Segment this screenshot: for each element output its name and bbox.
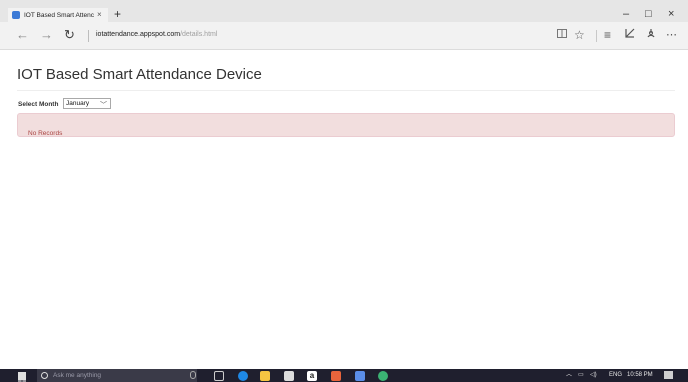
taskbar-search-placeholder: Ask me anything xyxy=(53,372,102,379)
month-selected-value: January xyxy=(66,100,90,107)
share-icon[interactable] xyxy=(646,28,656,42)
month-label: Select Month xyxy=(18,101,59,108)
address-path: /details.html xyxy=(180,31,218,38)
more-icon[interactable]: ⋯ xyxy=(666,28,677,42)
favicon-icon xyxy=(12,11,20,19)
address-domain: iotattendance.appspot.com xyxy=(96,31,181,38)
month-select[interactable]: January ﹀ xyxy=(63,98,111,109)
taskbar: Ask me anything a ︿ ▭ ◁) ENG 10:58 PM xyxy=(0,369,688,382)
browser-tab[interactable]: IOT Based Smart Attenc × xyxy=(8,8,108,22)
close-window-button[interactable]: × xyxy=(668,8,674,20)
forward-button[interactable]: → xyxy=(40,28,53,42)
store-icon[interactable] xyxy=(284,371,294,381)
tray-chevron-icon[interactable]: ︿ xyxy=(566,371,572,379)
chevron-down-icon: ﹀ xyxy=(100,102,107,109)
tab-title: IOT Based Smart Attenc xyxy=(24,11,94,19)
maximize-button[interactable]: □ xyxy=(645,8,652,20)
web-note-icon[interactable] xyxy=(625,28,635,42)
hub-icon[interactable]: ≡ xyxy=(604,28,611,42)
new-tab-button[interactable]: + xyxy=(114,8,121,20)
microphone-icon[interactable] xyxy=(190,371,196,379)
address-separator xyxy=(88,30,89,42)
refresh-button[interactable]: ↻ xyxy=(64,28,75,42)
file-explorer-icon[interactable] xyxy=(260,371,270,381)
minimize-button[interactable]: – xyxy=(623,8,629,20)
edge-browser-icon[interactable] xyxy=(238,371,248,381)
address-bar[interactable]: iotattendance.appspot.com/details.html xyxy=(96,31,217,38)
back-button[interactable]: ← xyxy=(16,28,29,42)
photos-app-icon[interactable] xyxy=(355,371,365,381)
toolbar-separator xyxy=(596,30,597,42)
screen: IOT Based Smart Attenc × + – □ × ← → ↻ i… xyxy=(0,0,688,382)
title-divider xyxy=(17,90,675,91)
office-app-icon[interactable] xyxy=(331,371,341,381)
search-icon xyxy=(41,372,48,379)
taskbar-search-box[interactable]: Ask me anything xyxy=(37,369,197,382)
volume-icon[interactable]: ◁) xyxy=(590,371,597,379)
no-records-alert: No Records xyxy=(17,113,675,137)
tab-bar: IOT Based Smart Attenc × + – □ × xyxy=(0,0,688,22)
reading-view-icon[interactable] xyxy=(557,28,567,42)
notifications-icon[interactable] xyxy=(664,371,673,379)
task-view-icon[interactable] xyxy=(214,371,224,381)
alert-text: No Records xyxy=(28,130,63,137)
page-title: IOT Based Smart Attendance Device xyxy=(17,66,262,83)
battery-icon[interactable]: ▭ xyxy=(578,371,584,379)
chat-app-icon[interactable] xyxy=(378,371,388,381)
language-indicator[interactable]: ENG xyxy=(609,371,622,379)
favorite-star-icon[interactable]: ☆ xyxy=(574,28,585,42)
navigation-bar: ← → ↻ iotattendance.appspot.com/details.… xyxy=(0,22,688,50)
tab-close-icon[interactable]: × xyxy=(97,11,102,19)
amazon-app-icon[interactable]: a xyxy=(307,371,317,381)
clock[interactable]: 10:58 PM xyxy=(627,371,653,379)
windows-start-icon[interactable] xyxy=(18,372,26,382)
